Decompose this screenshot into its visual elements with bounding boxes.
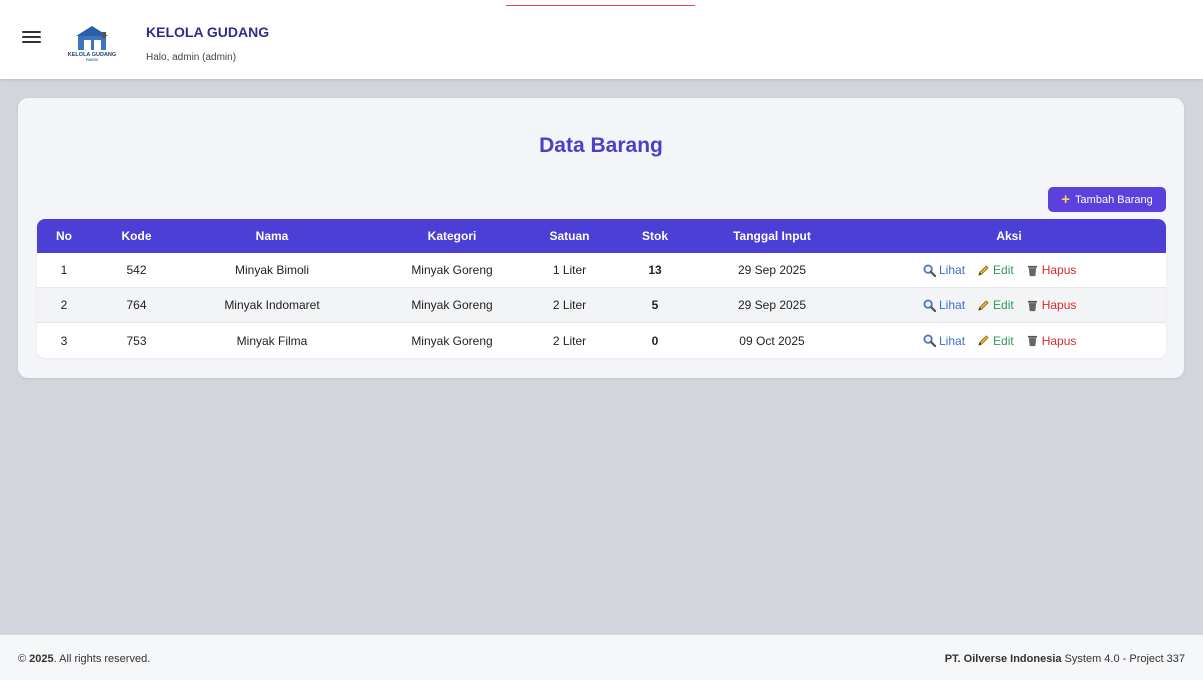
delete-label: Hapus: [1041, 263, 1077, 277]
cell-satuan: 1 Liter: [552, 263, 587, 277]
page-title: Data Barang: [539, 134, 663, 157]
cell-tanggal: 09 Oct 2025: [739, 333, 805, 348]
col-header-nama: Nama: [255, 229, 289, 243]
cell-kategori: Minyak Goreng: [411, 298, 493, 312]
view-label: Lihat: [939, 333, 966, 348]
row-actions: Lihat Edit Hapus: [923, 253, 1103, 287]
view-label: Lihat: [939, 263, 966, 277]
logo: KELOLA GUDANG PABRIK: [66, 22, 118, 62]
plus-icon: +: [1061, 191, 1071, 208]
cell-kategori: Minyak Goreng: [411, 333, 493, 348]
top-accent-line: [506, 0, 695, 6]
cell-nama: Minyak Bimoli: [234, 263, 309, 277]
edit-label: Edit: [993, 333, 1014, 348]
trash-icon: [1027, 300, 1037, 311]
cell-nama: Minyak Indomaret: [224, 298, 320, 312]
edit-link[interactable]: Edit: [977, 298, 1014, 312]
view-link[interactable]: Lihat: [923, 334, 965, 348]
cell-no: 3: [60, 333, 68, 348]
cell-no: 2: [60, 298, 68, 312]
edit-label: Edit: [993, 298, 1014, 312]
top-navbar: KELOLA GUDANG PABRIK KELOLA GUDANG Halo,…: [0, 0, 1203, 79]
delete-link[interactable]: Hapus: [1026, 263, 1077, 277]
cell-nama: Minyak Filma: [236, 333, 308, 348]
copyright-symbol: ©: [18, 653, 27, 665]
row-actions: Lihat Edit Hapus: [923, 288, 1103, 322]
magnifier-icon: [923, 298, 936, 312]
table-row: 3 753 Minyak Filma Minyak Goreng 2 Liter…: [37, 323, 1166, 358]
delete-label: Hapus: [1041, 298, 1077, 312]
pencil-icon: [978, 264, 989, 276]
col-header-tanggal: Tanggal Input: [733, 229, 811, 243]
col-header-kode: Kode: [121, 229, 152, 243]
cell-kode: 753: [126, 333, 147, 348]
delete-label: Hapus: [1041, 333, 1077, 348]
system-version: System 4.0 - Project 337: [1061, 653, 1185, 665]
col-header-kategori: Kategori: [427, 229, 477, 243]
brand-title: KELOLA GUDANG: [146, 24, 270, 40]
copyright: © 2025. All rights reserved.: [18, 653, 150, 665]
delete-link[interactable]: Hapus: [1026, 298, 1077, 312]
edit-label: Edit: [993, 263, 1014, 277]
trash-icon: [1027, 265, 1037, 276]
user-greeting: Halo, admin (admin): [146, 52, 237, 63]
row-actions: Lihat Edit Hapus: [923, 323, 1103, 358]
cell-kode: 542: [126, 263, 147, 277]
table-header: No Kode Nama Kategori Satuan Stok Tangga…: [37, 219, 1166, 253]
delete-link[interactable]: Hapus: [1026, 333, 1077, 348]
col-header-no: No: [56, 229, 72, 243]
pencil-icon: [978, 335, 989, 346]
view-link[interactable]: Lihat: [923, 298, 965, 312]
copyright-rights: . All rights reserved.: [53, 653, 151, 665]
cell-tanggal: 29 Sep 2025: [737, 298, 807, 312]
items-table: No Kode Nama Kategori Satuan Stok Tangga…: [37, 219, 1166, 358]
add-item-label: Tambah Barang: [1075, 193, 1153, 206]
cell-satuan: 2 Liter: [552, 298, 587, 312]
cell-tanggal: 29 Sep 2025: [737, 263, 807, 277]
hamburger-menu-icon[interactable]: [22, 31, 41, 47]
cell-kategori: Minyak Goreng: [411, 263, 493, 277]
table-row: 2 764 Minyak Indomaret Minyak Goreng 2 L…: [37, 288, 1166, 323]
cell-kode: 764: [126, 298, 147, 312]
content-card: Data Barang + Tambah Barang No Kode Nama…: [18, 98, 1184, 378]
col-header-aksi: Aksi: [996, 229, 1022, 243]
cell-stok: 5: [651, 298, 659, 312]
cell-stok: 13: [648, 263, 662, 277]
cell-stok: 0: [651, 333, 659, 348]
col-header-stok: Stok: [641, 229, 668, 243]
edit-link[interactable]: Edit: [977, 334, 1014, 348]
col-header-satuan: Satuan: [549, 229, 590, 243]
cell-no: 1: [60, 263, 68, 277]
view-label: Lihat: [939, 298, 966, 312]
footer: © 2025. All rights reserved. PT. Oilvers…: [0, 635, 1203, 680]
magnifier-icon: [923, 263, 936, 277]
pencil-icon: [978, 299, 989, 311]
footer-credit: PT. Oilverse Indonesia System 4.0 - Proj…: [945, 653, 1185, 665]
view-link[interactable]: Lihat: [923, 263, 965, 277]
cell-satuan: 2 Liter: [552, 333, 587, 348]
magnifier-icon: [923, 334, 936, 347]
company-name: PT. Oilverse Indonesia: [944, 653, 1062, 665]
edit-link[interactable]: Edit: [977, 263, 1014, 277]
table-row: 1 542 Minyak Bimoli Minyak Goreng 1 Lite…: [37, 253, 1166, 288]
trash-icon: [1027, 335, 1037, 347]
add-item-button[interactable]: + Tambah Barang: [1048, 187, 1166, 212]
logo-subtext: PABRIK: [86, 58, 99, 62]
copyright-year: 2025: [29, 653, 54, 665]
